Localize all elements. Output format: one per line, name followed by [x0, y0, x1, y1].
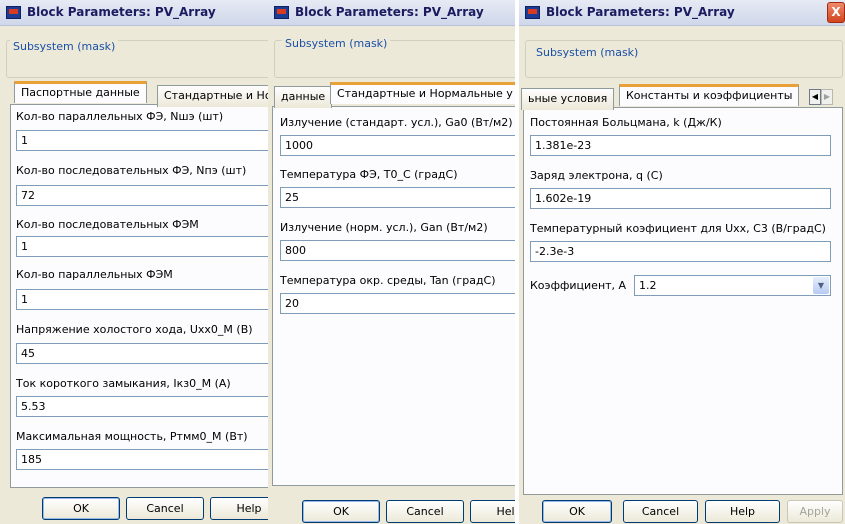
ok-button[interactable]: OK [42, 497, 120, 520]
cancel-button[interactable]: Cancel [126, 497, 204, 520]
tab-standard-normal[interactable]: Стандартные и Но [157, 85, 268, 107]
standard-irradiance-input[interactable]: 1000 [280, 135, 515, 156]
subsystem-label: Subsystem (mask) [282, 37, 391, 50]
title-bar[interactable]: Block Parameters: PV_Array [268, 0, 515, 26]
close-icon[interactable]: X [827, 2, 845, 23]
title-bar[interactable]: Block Parameters: PV_Array [0, 0, 268, 26]
window-title: Block Parameters: PV_Array [27, 5, 216, 19]
combo-label: Коэффициент, А [530, 279, 627, 292]
field-label: Постоянная Больцмана, k (Дж/К) [530, 116, 722, 129]
field-label: Максимальная мощность, Ртмм0_М (Вт) [16, 430, 248, 443]
ambient-temperature-input[interactable]: 20 [280, 293, 515, 314]
field-label: Температура ФЭ, T0_C (градС) [280, 168, 458, 181]
tab-scroll-left-icon[interactable]: ◀ [809, 89, 821, 105]
cancel-button[interactable]: Cancel [623, 500, 698, 523]
field-label: Излучение (норм. усл.), Gan (Вт/м2) [280, 221, 488, 234]
apply-button[interactable]: Apply [787, 500, 843, 523]
boltzmann-constant-input[interactable]: 1.381e-23 [530, 135, 831, 156]
title-bar[interactable]: Block Parameters: PV_Array X [519, 0, 845, 26]
help-button[interactable]: Help [470, 500, 515, 523]
tab-normal-conditions[interactable]: ьные условия [521, 88, 615, 110]
simulink-app-icon [274, 6, 289, 19]
voltage-temp-coefficient-input[interactable]: -2.3e-3 [530, 241, 831, 262]
tab-standard-normal[interactable]: Стандартные и Нормальные у [330, 82, 515, 104]
parallel-modules-input[interactable]: 1 [16, 289, 268, 310]
field-label: Кол-во параллельных ФЭ, Nшэ (шт) [16, 110, 224, 123]
simulink-app-icon [6, 6, 21, 19]
ok-button[interactable]: OK [542, 500, 612, 523]
series-cells-input[interactable]: 72 [16, 185, 268, 206]
series-modules-input[interactable]: 1 [16, 236, 268, 257]
coefficient-a-select[interactable]: 1.2 ▼ [634, 275, 831, 296]
field-label: Температурный коэфициент для Uxx, C3 (В/… [530, 222, 826, 235]
help-button[interactable]: Help [705, 500, 780, 523]
tab-scroll-right-icon[interactable]: ▶ [821, 89, 833, 105]
parallel-cells-input[interactable]: 1 [16, 130, 268, 151]
field-label: Температура окр. среды, Tan (градС) [280, 274, 496, 287]
tab-panel [523, 107, 843, 495]
tab-constants-coefficients[interactable]: Константы и коэффициенты [619, 84, 800, 106]
subsystem-label: Subsystem (mask) [10, 40, 119, 53]
window-title: Block Parameters: PV_Array [546, 5, 735, 19]
window-title: Block Parameters: PV_Array [295, 5, 484, 19]
dialog-window-3: Block Parameters: PV_Array X Subsystem (… [519, 0, 845, 524]
electron-charge-input[interactable]: 1.602e-19 [530, 188, 831, 209]
dialog-window-1: Block Parameters: PV_Array Subsystem (ma… [0, 0, 268, 524]
ok-button[interactable]: OK [302, 500, 380, 523]
cancel-button[interactable]: Cancel [386, 500, 464, 523]
cell-temperature-input[interactable]: 25 [280, 187, 515, 208]
subsystem-label: Subsystem (mask) [533, 46, 642, 59]
simulink-app-icon [525, 6, 540, 19]
field-label: Ток короткого замыкания, Iкз0_M (А) [16, 377, 231, 390]
chevron-down-icon[interactable]: ▼ [813, 277, 829, 294]
tab-passport-data[interactable]: Паспортные данные [14, 81, 147, 103]
combo-value: 1.2 [639, 279, 657, 292]
open-circuit-voltage-input[interactable]: 45 [16, 343, 268, 364]
field-label: Заряд электрона, q (С) [530, 169, 663, 182]
max-power-input[interactable]: 185 [16, 449, 268, 470]
dialog-window-2: Block Parameters: PV_Array Subsystem (ma… [268, 0, 515, 524]
field-label: Кол-во последовательных ФЭМ [16, 218, 199, 231]
field-label: Кол-во последовательных ФЭ, Nпэ (шт) [16, 164, 247, 177]
nominal-irradiance-input[interactable]: 800 [280, 240, 515, 261]
field-label: Излучение (стандарт. усл.), Ga0 (Вт/м2) [280, 116, 513, 129]
help-button[interactable]: Help [210, 497, 268, 520]
short-circuit-current-input[interactable]: 5.53 [16, 396, 268, 417]
field-label: Напряжение холостого хода, Uxx0_M (В) [16, 323, 253, 336]
tab-passport-data[interactable]: данные [274, 86, 333, 108]
field-label: Кол-во параллельных ФЭМ [16, 268, 173, 281]
tab-scroll-arrows: ◀ ▶ [809, 89, 833, 105]
